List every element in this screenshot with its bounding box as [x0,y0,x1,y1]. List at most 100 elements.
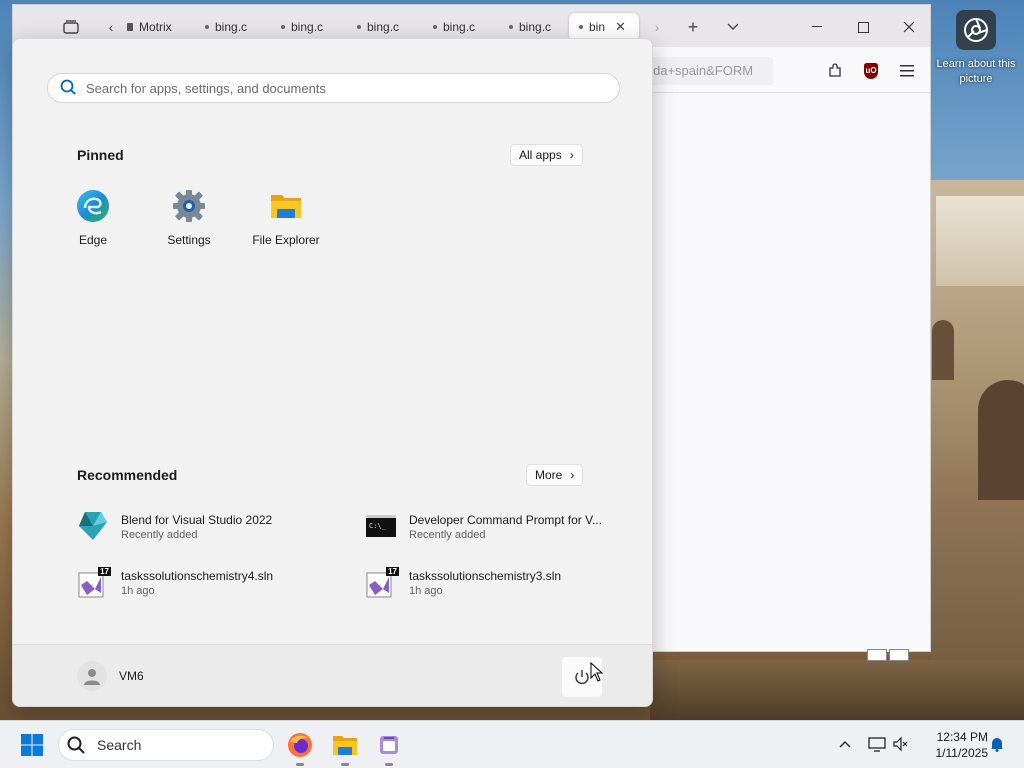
tab-dot-icon [281,25,285,29]
ublock-origin-icon[interactable]: uO [861,61,881,81]
learn-about-picture[interactable]: Learn about this picture [936,10,1016,86]
recommended-item[interactable]: 17 taskssolutionschemistry4.sln 1h ago [77,563,327,603]
scroll-tabs-right-icon[interactable]: › [645,15,669,39]
more-button[interactable]: More › [526,464,584,486]
tab-motrix[interactable]: Motrix [117,13,197,41]
folder-icon [269,189,303,223]
tab-bing[interactable]: bing.c [423,13,495,41]
start-menu-footer: VM6 [13,644,652,706]
tab-bing-active[interactable]: bin ✕ [569,13,639,41]
chevron-right-icon: › [570,468,575,482]
visual-studio-solution-icon: 17 [77,567,111,599]
tab-dot-icon [509,25,513,29]
settings-gear-icon [172,189,206,223]
scroll-control[interactable] [889,649,909,661]
tab-title: bing.c [291,20,324,34]
more-label: More [535,468,563,482]
recommended-item-name: Blend for Visual Studio 2022 [121,513,273,527]
system-clock[interactable]: 12:34 PM 1/11/2025 [918,729,989,761]
pinned-app-settings[interactable]: Settings [149,189,229,247]
visual-studio-solution-icon: 17 [365,567,399,599]
recommended-item-name: taskssolutionschemistry3.sln [409,569,562,583]
taskbar-search-label: Search [97,737,142,753]
recommended-item[interactable]: Blend for Visual Studio 2022 Recently ad… [77,507,327,547]
url-text: da+spain&FORM [653,63,754,78]
windows-logo-icon [21,734,43,756]
recommended-item-name: Developer Command Prompt for V... [409,513,602,527]
start-search-input[interactable] [86,80,586,96]
new-tab-icon[interactable]: + [681,15,705,39]
tab-title: bing.c [215,20,248,34]
wallpaper-town [936,196,1024,286]
running-indicator [296,763,304,766]
tab-title: Motrix [139,20,172,34]
page-icon [127,23,133,31]
tab-bing[interactable]: bing.c [347,13,419,41]
recommended-item[interactable]: 17 taskssolutionschemistry3.sln 1h ago [365,563,615,603]
avatar [77,661,107,691]
tab-bing[interactable]: bing.c [195,13,267,41]
chevron-up-icon[interactable] [834,733,856,755]
tab-title: bing.c [443,20,476,34]
taskbar-file-explorer[interactable] [329,729,361,766]
taskbar-firefox[interactable] [284,729,316,766]
extensions-icon[interactable] [825,61,845,81]
pinned-app-label: Settings [167,233,211,247]
scroll-control[interactable] [867,649,887,661]
pinned-app-label: File Explorer [252,233,320,247]
version-badge: 17 [386,567,399,576]
tab-title: bing.c [519,20,552,34]
command-prompt-icon: C:\_ [365,510,397,545]
maximize-button[interactable] [840,13,886,41]
page-scroll-controls [867,649,911,661]
power-icon [575,670,589,685]
tab-list-icon[interactable] [59,15,83,39]
tab-dot-icon [357,25,361,29]
tab-bing[interactable]: bing.c [499,13,567,41]
tab-dot-icon [205,25,209,29]
chevron-right-icon: › [569,148,574,162]
recommended-item-subtitle: 1h ago [121,585,155,597]
start-menu: Pinned All apps › Edge [12,38,653,707]
search-icon [67,736,85,754]
pinned-heading: Pinned [77,147,124,163]
tab-bing[interactable]: bing.c [271,13,343,41]
all-apps-button[interactable]: All apps › [510,144,583,166]
all-apps-label: All apps [519,148,562,162]
recommended-item-subtitle: 1h ago [409,585,443,597]
running-indicator [341,763,349,766]
close-tab-icon[interactable]: ✕ [615,19,626,35]
user-name: VM6 [119,669,144,683]
svg-text:C:\_: C:\_ [369,522,387,530]
folder-icon [333,736,357,755]
search-icon [60,79,76,98]
recommended-item-name: taskssolutionschemistry4.sln [121,569,274,583]
pinned-app-edge[interactable]: Edge [53,189,133,247]
pinned-app-label: Edge [78,233,108,247]
volume-muted-icon[interactable] [890,733,912,755]
start-search-box[interactable] [47,73,620,103]
taskbar-app[interactable] [373,729,405,766]
blend-icon [77,510,109,545]
version-badge: 17 [98,567,111,576]
recommended-item-subtitle: Recently added [409,529,486,541]
minimize-button[interactable] [794,13,840,41]
tab-dot-icon [579,25,583,29]
recommended-heading: Recommended [77,467,178,483]
user-account-button[interactable]: VM6 [77,661,144,691]
edge-icon [76,189,110,223]
pinned-app-file-explorer[interactable]: File Explorer [246,189,326,247]
recommended-item-subtitle: Recently added [121,529,198,541]
taskbar-search[interactable]: Search [58,729,274,761]
hamburger-menu-icon[interactable] [897,61,917,81]
app-window-icon [380,736,398,754]
clock-date: 1/11/2025 [935,746,989,760]
taskbar: Search 12:34 PM 1/11/2025 [0,720,1024,768]
recommended-item[interactable]: C:\_ Developer Command Prompt for V... R… [365,507,615,547]
network-icon[interactable] [866,733,888,755]
tab-title: bin [589,20,606,34]
start-button[interactable] [16,729,48,761]
notification-bell-icon[interactable] [986,733,1008,755]
chevron-down-icon[interactable] [721,15,745,39]
close-window-button[interactable] [886,13,932,41]
